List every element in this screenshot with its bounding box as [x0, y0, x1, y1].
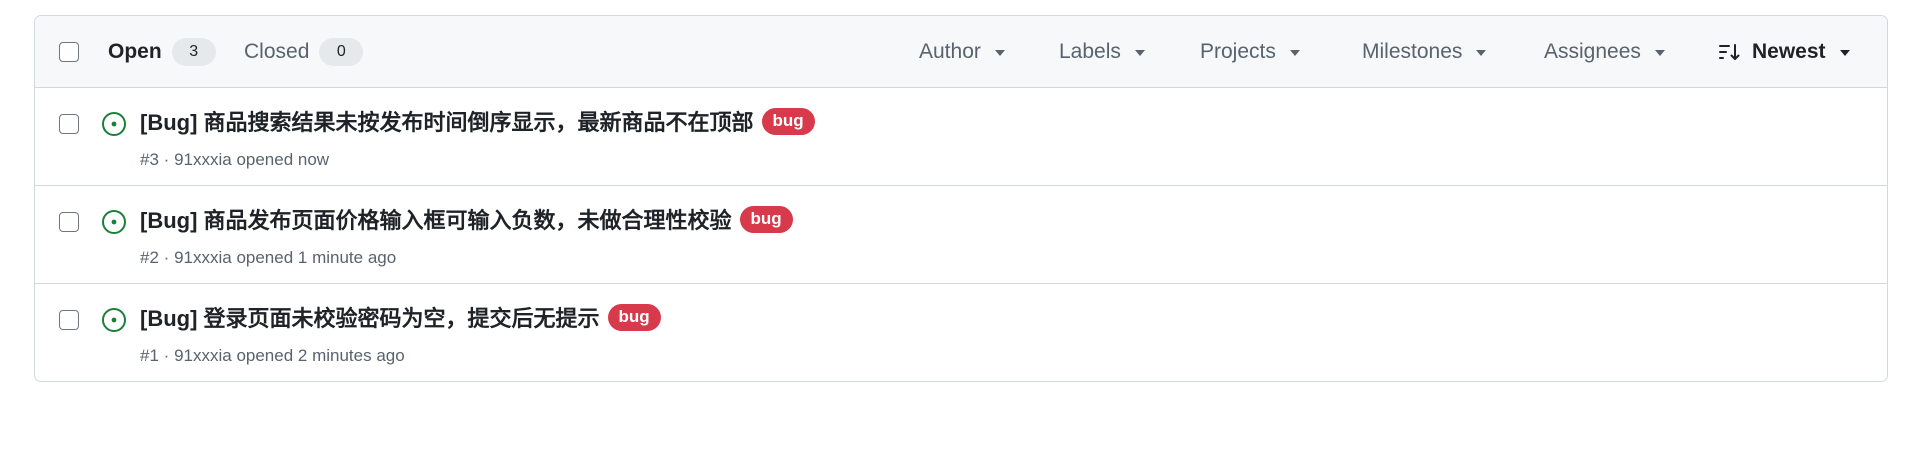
issue-meta: #1 · 91xxxia opened 2 minutes ago — [140, 346, 405, 366]
chevron-down-icon — [1654, 50, 1665, 56]
milestones-filter-label: Milestones — [1362, 40, 1463, 63]
closed-count-badge: 0 — [319, 38, 364, 66]
chevron-down-icon — [1289, 50, 1300, 56]
issue-row: [Bug] 登录页面未校验密码为空，提交后无提示 bug #1 · 91xxxi… — [35, 284, 1887, 381]
bug-label[interactable]: bug — [761, 107, 815, 135]
meta-separator: · — [163, 346, 170, 365]
bug-label[interactable]: bug — [607, 303, 661, 331]
sort-label: Newest — [1752, 40, 1826, 63]
issue-opened-time: opened now — [236, 150, 330, 169]
issue-title-link[interactable]: [Bug] 商品发布页面价格输入框可输入负数，未做合理性校验 — [140, 203, 732, 235]
closed-issues-tab[interactable]: Closed 0 — [244, 36, 364, 68]
issue-title-line: [Bug] 商品发布页面价格输入框可输入负数，未做合理性校验 bug — [140, 203, 793, 235]
issue-title-link[interactable]: [Bug] 商品搜索结果未按发布时间倒序显示，最新商品不在顶部 — [140, 105, 754, 137]
issue-row: [Bug] 商品发布页面价格输入框可输入负数，未做合理性校验 bug #2 · … — [35, 186, 1887, 284]
issue-number: #3 — [140, 150, 159, 169]
projects-filter[interactable]: Projects — [1200, 36, 1300, 68]
issue-number: #2 — [140, 248, 159, 267]
sort-dropdown[interactable]: Newest — [1718, 36, 1850, 68]
labels-filter[interactable]: Labels — [1059, 36, 1145, 68]
issue-title-line: [Bug] 商品搜索结果未按发布时间倒序显示，最新商品不在顶部 bug — [140, 105, 815, 137]
projects-filter-label: Projects — [1200, 40, 1276, 63]
issue-opened-icon — [100, 208, 128, 241]
author-filter[interactable]: Author — [919, 36, 1005, 68]
issue-title-link[interactable]: [Bug] 登录页面未校验密码为空，提交后无提示 — [140, 301, 600, 333]
issues-list-box: Open 3 Closed 0 Author Labels Projects M… — [34, 15, 1888, 382]
issue-author-link[interactable]: 91xxxia — [174, 248, 232, 267]
meta-separator: · — [163, 150, 170, 169]
issue-row: [Bug] 商品搜索结果未按发布时间倒序显示，最新商品不在顶部 bug #3 ·… — [35, 88, 1887, 186]
issue-opened-icon — [100, 306, 128, 339]
author-filter-label: Author — [919, 40, 981, 63]
issue-opened-time: opened 1 minute ago — [236, 248, 397, 267]
issue-opened-time: opened 2 minutes ago — [236, 346, 405, 365]
open-tab-label: Open — [108, 40, 162, 63]
sort-icon — [1718, 42, 1742, 62]
open-issues-tab[interactable]: Open 3 — [108, 36, 216, 68]
issue-title-line: [Bug] 登录页面未校验密码为空，提交后无提示 bug — [140, 301, 661, 333]
closed-tab-label: Closed — [244, 40, 310, 63]
assignees-filter[interactable]: Assignees — [1544, 36, 1665, 68]
open-count-badge: 3 — [171, 38, 216, 66]
issue-author-link[interactable]: 91xxxia — [174, 150, 232, 169]
chevron-down-icon — [1476, 50, 1487, 56]
milestones-filter[interactable]: Milestones — [1362, 36, 1487, 68]
issue-meta: #2 · 91xxxia opened 1 minute ago — [140, 248, 396, 268]
issue-opened-icon — [100, 110, 128, 143]
issue-checkbox[interactable] — [59, 212, 79, 232]
assignees-filter-label: Assignees — [1544, 40, 1641, 63]
chevron-down-icon — [1134, 50, 1145, 56]
issue-number: #1 — [140, 346, 159, 365]
labels-filter-label: Labels — [1059, 40, 1121, 63]
bug-label[interactable]: bug — [739, 205, 793, 233]
issues-list-header: Open 3 Closed 0 Author Labels Projects M… — [35, 16, 1887, 88]
meta-separator: · — [163, 248, 170, 267]
select-all-checkbox[interactable] — [59, 42, 79, 62]
issue-meta: #3 · 91xxxia opened now — [140, 150, 329, 170]
issue-author-link[interactable]: 91xxxia — [174, 346, 232, 365]
issue-checkbox[interactable] — [59, 114, 79, 134]
chevron-down-icon — [1839, 50, 1850, 56]
issue-checkbox[interactable] — [59, 310, 79, 330]
chevron-down-icon — [994, 50, 1005, 56]
